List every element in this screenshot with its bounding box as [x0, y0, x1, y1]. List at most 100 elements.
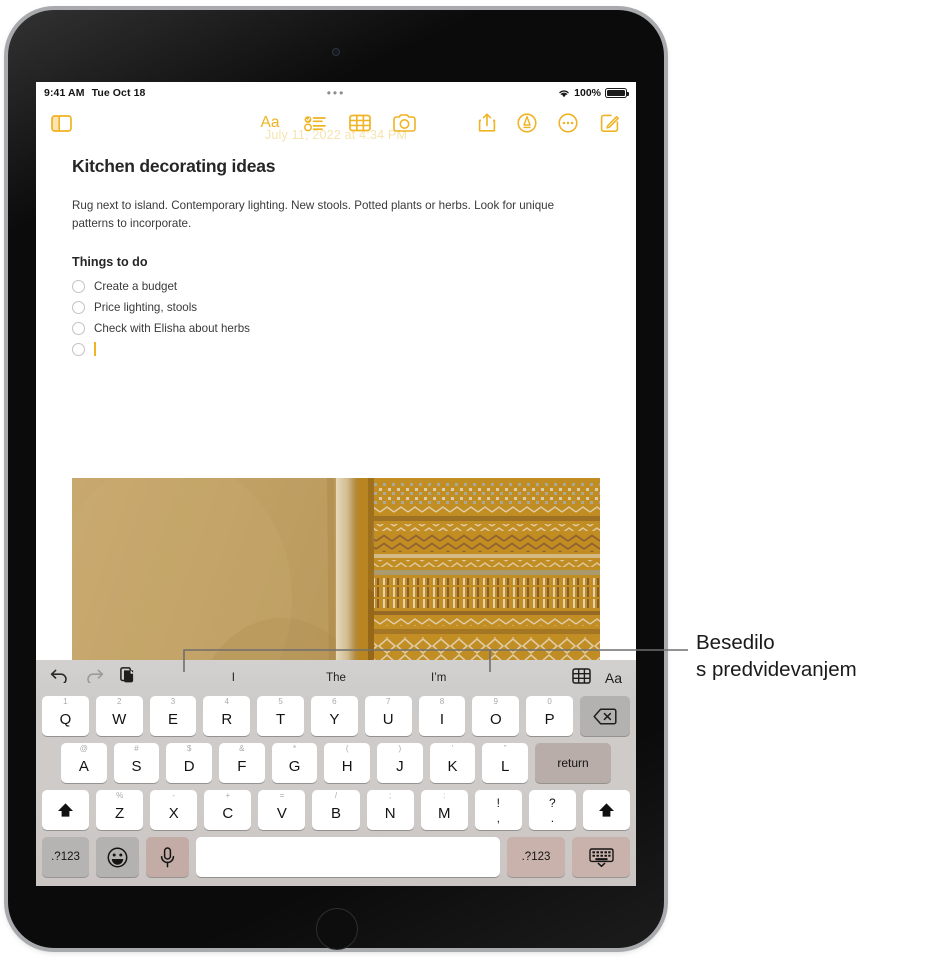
- shift-icon[interactable]: [582, 790, 631, 830]
- key-alt-label: ’: [451, 744, 454, 753]
- key-label: A: [78, 758, 89, 775]
- prediction-option-1[interactable]: I: [182, 672, 285, 684]
- key-label: V: [276, 805, 287, 822]
- key-c[interactable]: + C: [204, 790, 252, 830]
- shortcut-bar-left: [50, 660, 134, 696]
- redo-icon: [85, 668, 104, 688]
- numeric-key-right[interactable]: .?123: [507, 837, 565, 877]
- key-alt-label: ): [398, 744, 402, 753]
- key-i[interactable]: 8I: [418, 696, 466, 736]
- undo-icon[interactable]: [50, 668, 69, 688]
- checkbox-circle-icon[interactable]: [72, 342, 85, 356]
- numeric-key-left[interactable]: .?123: [42, 837, 89, 877]
- key-b[interactable]: / B: [312, 790, 360, 830]
- key-s[interactable]: # S: [113, 743, 160, 783]
- ipad-device-frame: 9:41 AM Tue Oct 18 ••• 100% July 11, 202…: [8, 10, 664, 950]
- emoji-icon[interactable]: [96, 837, 139, 877]
- table-icon[interactable]: [346, 110, 374, 136]
- key-r[interactable]: 4R: [203, 696, 251, 736]
- hide-keyboard-icon[interactable]: [572, 837, 630, 877]
- key-m[interactable]: :M: [420, 790, 468, 830]
- key-w[interactable]: 2W: [95, 696, 143, 736]
- shift-icon[interactable]: [42, 790, 90, 830]
- key-f[interactable]: & F: [219, 743, 265, 783]
- format-aa-button[interactable]: Aa: [605, 670, 622, 686]
- key-v[interactable]: = V: [258, 790, 306, 830]
- checklist-icon[interactable]: [301, 110, 329, 136]
- more-ellipsis-icon[interactable]: [554, 110, 582, 136]
- markup-icon[interactable]: [513, 110, 541, 136]
- key-o[interactable]: 9O: [472, 696, 520, 736]
- checkbox-circle-icon[interactable]: [72, 321, 85, 335]
- prediction-option-2[interactable]: The: [285, 672, 388, 684]
- checklist-item-label: Create a budget: [94, 279, 178, 293]
- key-k[interactable]: ’ K: [429, 743, 476, 783]
- callout-label: Besedilo s predvidevanjem: [696, 629, 926, 684]
- key-alt-label: $: [186, 744, 192, 753]
- key-label: X: [168, 805, 179, 822]
- onscreen-keyboard: I The I’m Aa 1 Q 2 W 3 E 4 R 5 T 6 Y 7 U…: [36, 660, 636, 886]
- key-alt-label: 9: [493, 697, 498, 706]
- key-alt-label: ”: [503, 744, 507, 753]
- checklist-item-empty[interactable]: [72, 339, 636, 360]
- keyboard-shortcut-bar: I The I’m Aa: [36, 660, 636, 696]
- key-x[interactable]: -X: [150, 790, 198, 830]
- key-y[interactable]: 6Y: [310, 696, 358, 736]
- home-button[interactable]: [316, 908, 358, 950]
- key-question-period[interactable]: ?.: [528, 790, 576, 830]
- sidebar-icon[interactable]: [48, 110, 74, 136]
- screenshot-root: 9:41 AM Tue Oct 18 ••• 100% July 11, 202…: [0, 0, 934, 958]
- key-label: U: [382, 711, 394, 728]
- key-u[interactable]: 7U: [364, 696, 412, 736]
- key-j[interactable]: ) J: [377, 743, 423, 783]
- key-label: Z: [115, 805, 125, 822]
- key-g[interactable]: * G: [271, 743, 318, 783]
- checkbox-circle-icon[interactable]: [72, 279, 85, 293]
- key-exclamation-comma[interactable]: !,: [474, 790, 522, 830]
- text-cursor: [94, 342, 96, 357]
- key-alt-label: *: [292, 744, 297, 753]
- key-a[interactable]: @ A: [61, 743, 107, 783]
- keyboard-row-1: 1Q 2W 3E 4R 5T 6Y 7U 8I 9O 0P: [42, 696, 630, 736]
- note-title: Kitchen decorating ideas: [72, 156, 276, 176]
- format-aa-button[interactable]: Aa: [255, 110, 285, 136]
- checklist-item[interactable]: Price lighting, stools: [72, 297, 636, 318]
- backspace-icon[interactable]: [579, 696, 630, 736]
- key-h[interactable]: (H: [324, 743, 371, 783]
- key-e[interactable]: 3E: [149, 696, 197, 736]
- paste-icon[interactable]: [120, 667, 134, 689]
- note-date-watermark: July 11, 2022 at 4:34 PM: [264, 128, 408, 142]
- keyboard-row-2: @ A # S $ D & F * G (H ) J ’ K ” L return: [42, 743, 630, 783]
- callout-line-2: s predvidevanjem: [696, 658, 857, 682]
- key-t[interactable]: 5T: [257, 696, 304, 736]
- key-alt-label: -: [172, 791, 176, 800]
- key-p[interactable]: 0P: [526, 696, 573, 736]
- keyboard-row-3: % Z -X + C = V / B ; N :M !, ?.: [42, 790, 631, 830]
- key-label: M: [437, 805, 451, 822]
- checklist-item[interactable]: Create a budget: [72, 276, 636, 297]
- status-bar: 9:41 AM Tue Oct 18 ••• 100%: [36, 82, 636, 104]
- key-alt-label: &: [239, 744, 245, 753]
- space-key[interactable]: [196, 837, 500, 877]
- camera-icon[interactable]: [390, 110, 418, 136]
- key-alt-label: 3: [170, 697, 176, 706]
- compose-icon[interactable]: [596, 110, 624, 136]
- key-n[interactable]: ; N: [366, 790, 414, 830]
- key-d[interactable]: $ D: [166, 743, 213, 783]
- key-l[interactable]: ” L: [482, 743, 529, 783]
- key-q[interactable]: 1Q: [42, 696, 89, 736]
- return-key[interactable]: return: [535, 743, 612, 783]
- key-label: L: [501, 758, 510, 775]
- key-label: G: [288, 758, 301, 775]
- share-icon[interactable]: [473, 110, 501, 136]
- key-z[interactable]: % Z: [96, 790, 144, 830]
- checklist-item[interactable]: Check with Elisha about herbs: [72, 318, 636, 339]
- prediction-option-3[interactable]: I’m: [387, 672, 490, 684]
- checkbox-circle-icon[interactable]: [72, 300, 85, 314]
- table-icon[interactable]: [572, 667, 591, 689]
- key-label: J: [396, 758, 404, 775]
- key-label: !: [496, 795, 500, 810]
- key-alt-label: 5: [278, 697, 283, 706]
- microphone-icon[interactable]: [146, 837, 189, 877]
- battery-full-icon: [605, 87, 630, 99]
